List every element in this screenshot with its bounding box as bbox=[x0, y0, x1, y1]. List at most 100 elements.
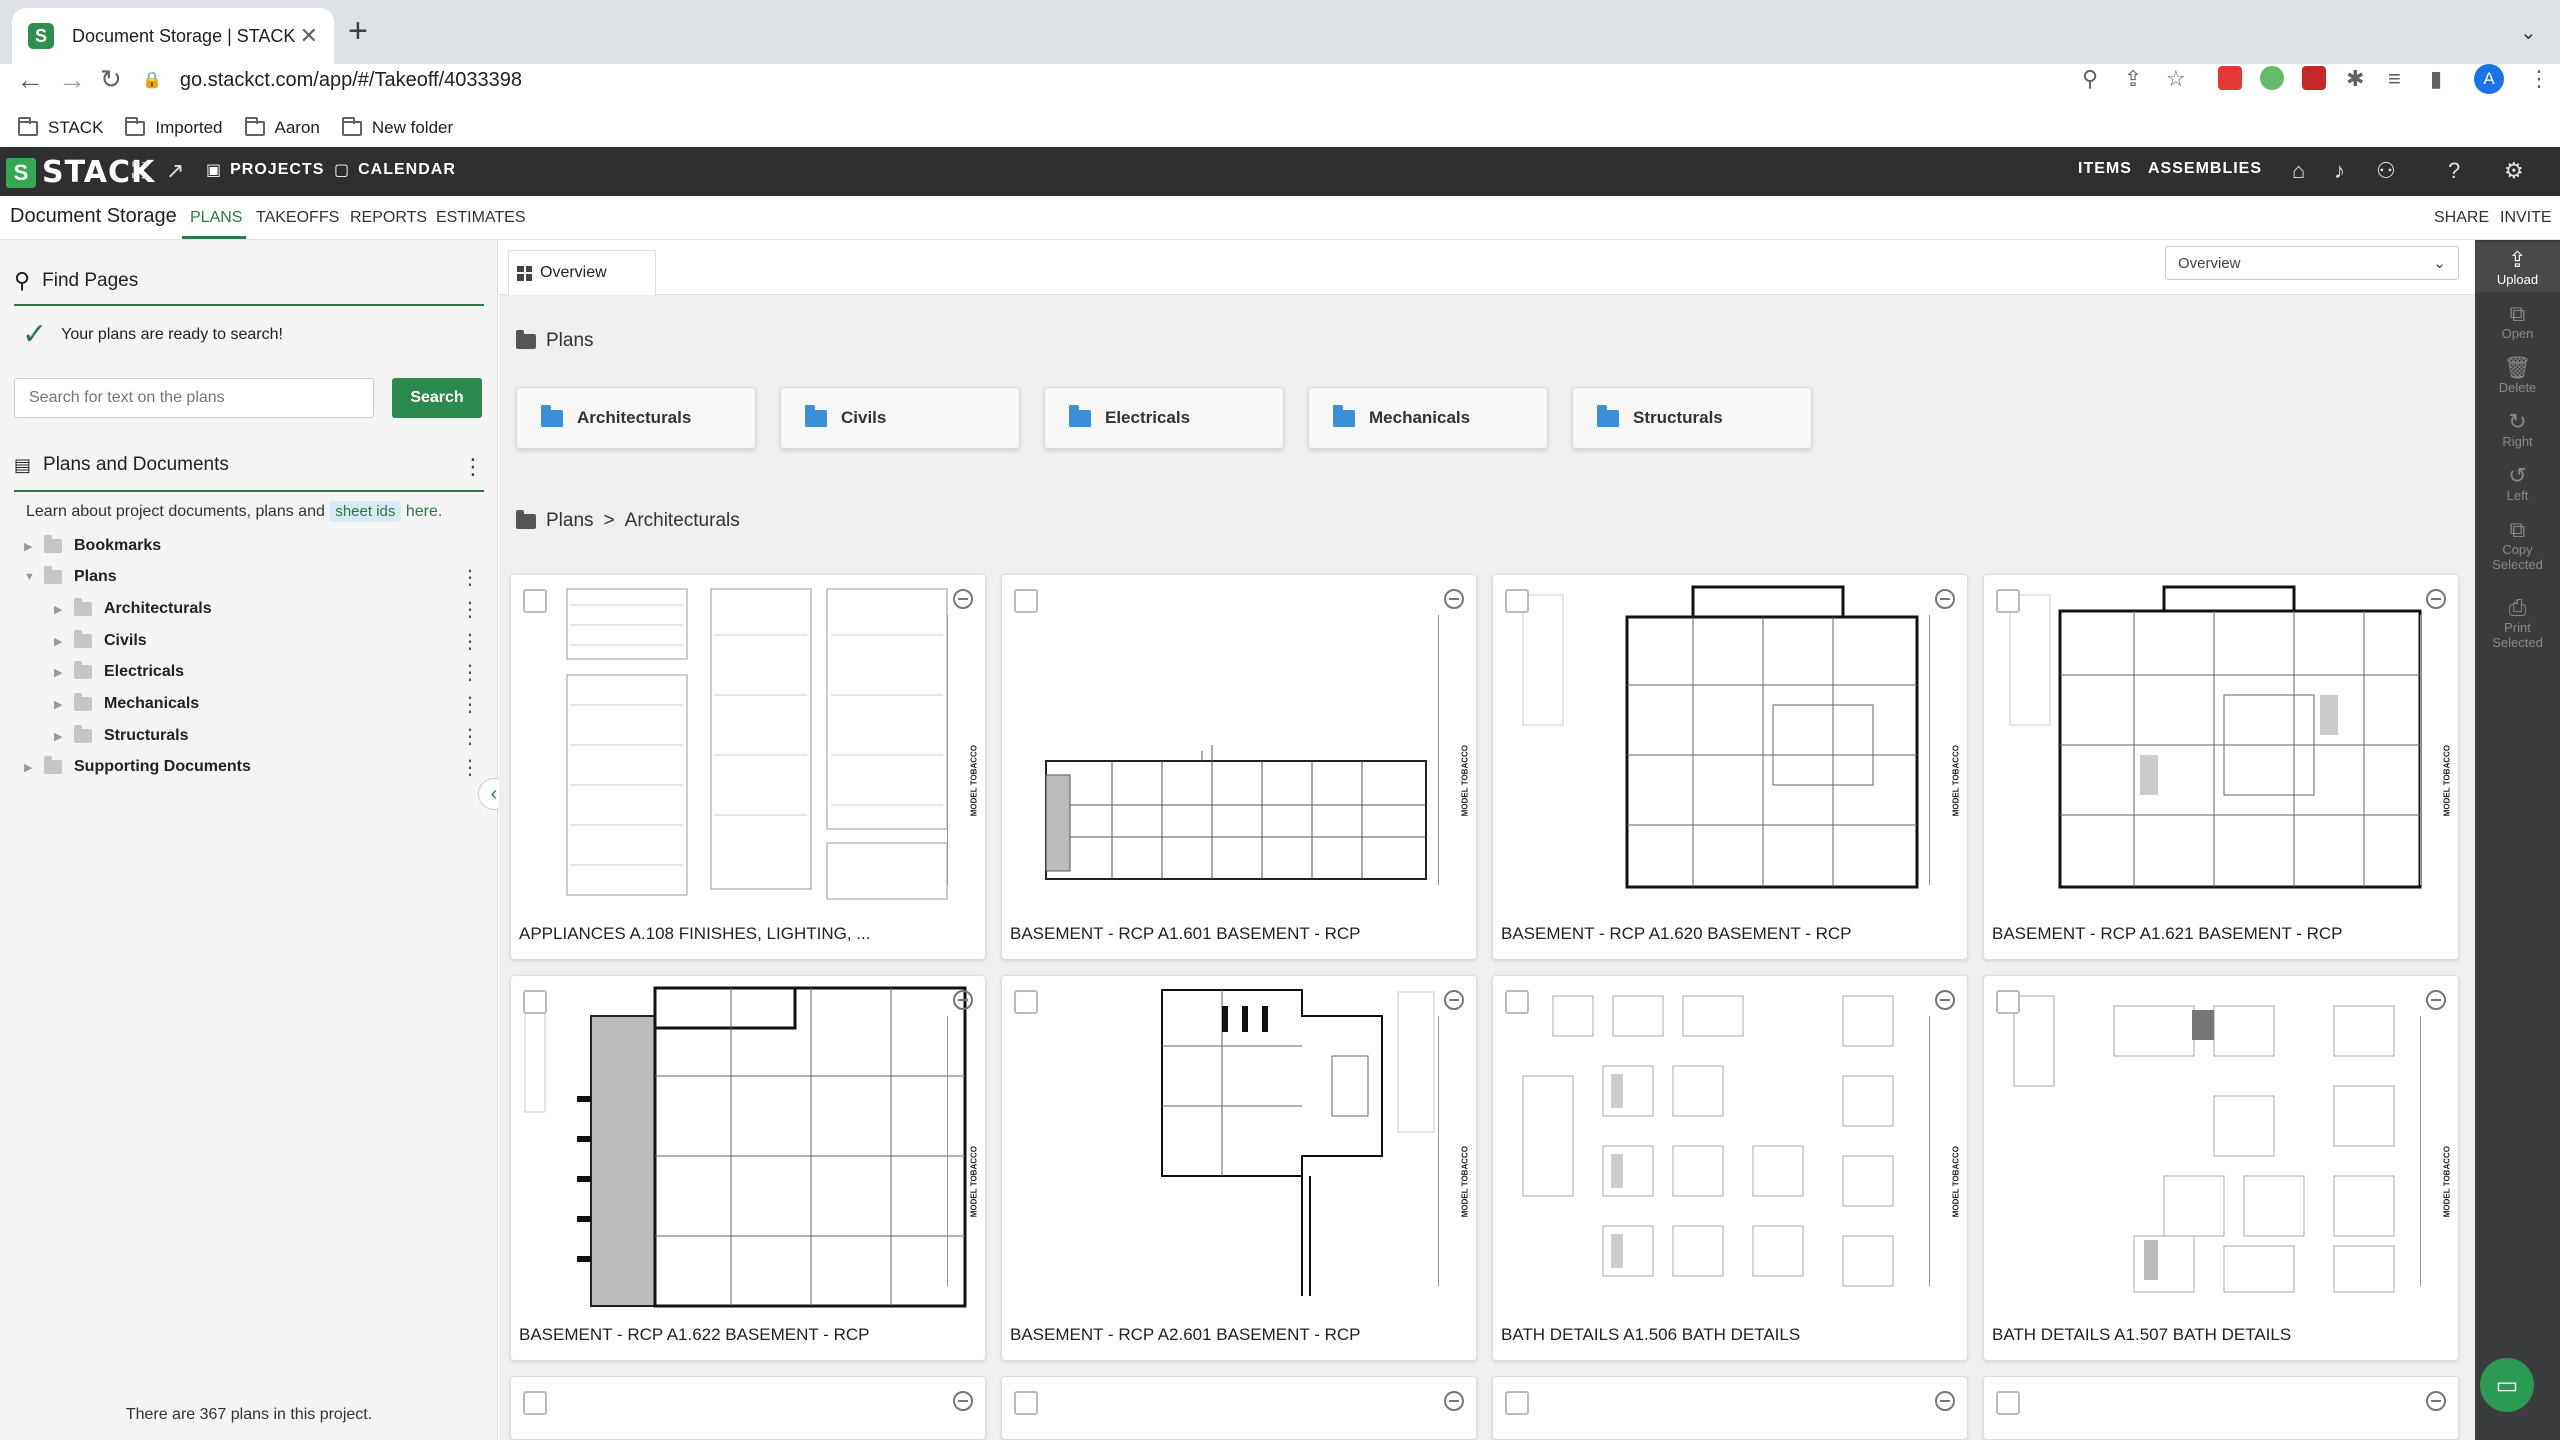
folder-card-structurals[interactable]: Structurals bbox=[1572, 387, 1812, 449]
tree-item-mechanicals[interactable]: ▶ Mechanicals ⋮ bbox=[0, 689, 480, 719]
browser-menu-icon[interactable]: ⋮ bbox=[2528, 66, 2550, 92]
tree-item-bookmarks[interactable]: ▶ Bookmarks bbox=[0, 531, 480, 561]
caret-down-icon[interactable]: ▼ bbox=[24, 571, 38, 583]
caret-right-icon[interactable]: ▶ bbox=[54, 635, 68, 648]
folder-card-electricals[interactable]: Electricals bbox=[1044, 387, 1284, 449]
forward-arrow-icon[interactable]: → bbox=[58, 64, 86, 96]
plan-card[interactable]: MODEL TOBACCO BASEMENT - RCP A1.621 BASE… bbox=[1983, 574, 2459, 960]
remove-icon[interactable] bbox=[953, 589, 973, 609]
remove-icon[interactable] bbox=[1935, 589, 1955, 609]
extension-pdf-icon[interactable] bbox=[2302, 66, 2326, 90]
plan-card[interactable]: MODEL TOBACCO BATH DETAILS A1.506 BATH D… bbox=[1492, 975, 1968, 1361]
bookmark-star-icon[interactable]: ☆ bbox=[2166, 66, 2186, 92]
breadcrumb-plans[interactable]: Plans bbox=[546, 510, 594, 532]
plan-card[interactable] bbox=[1492, 1376, 1968, 1440]
rotate-left-button[interactable]: ↺ Left bbox=[2475, 464, 2560, 504]
remove-icon[interactable] bbox=[1444, 589, 1464, 609]
browser-tab[interactable]: S Document Storage | STACK ✕ bbox=[12, 8, 334, 64]
tab-search-chevron-icon[interactable]: ⌄ bbox=[2520, 20, 2537, 45]
extension-green-icon[interactable] bbox=[2260, 66, 2284, 90]
notification-bell-icon[interactable]: ♪ bbox=[2334, 158, 2345, 184]
remove-icon[interactable] bbox=[1935, 990, 1955, 1010]
select-checkbox[interactable] bbox=[1014, 1391, 1038, 1415]
bookmark-imported[interactable]: Imported bbox=[125, 116, 223, 138]
plan-card[interactable]: MODEL TOBACCO BASEMENT - RCP A1.620 BASE… bbox=[1492, 574, 1968, 960]
view-select-dropdown[interactable]: Overview ⌄ bbox=[2165, 246, 2459, 280]
bookmark-aaron[interactable]: Aaron bbox=[244, 116, 320, 138]
here-link[interactable]: here. bbox=[406, 503, 442, 520]
projects-nav[interactable]: ▣ PROJECTS bbox=[206, 160, 324, 180]
open-button[interactable]: ⧉ Open bbox=[2475, 302, 2560, 342]
select-checkbox[interactable] bbox=[1505, 1391, 1529, 1415]
bookmark-stack[interactable]: STACK bbox=[18, 116, 103, 138]
address-bar[interactable]: 🔒 go.stackct.com/app/#/Takeoff/4033398 bbox=[142, 60, 522, 100]
tree-item-civils[interactable]: ▶ Civils ⋮ bbox=[0, 626, 480, 656]
plan-card[interactable]: MODEL TOBACCO BATH DETAILS A1.507 BATH D… bbox=[1983, 975, 2459, 1361]
plans-documents-menu-icon[interactable]: ⋮ bbox=[462, 454, 484, 480]
assemblies-nav[interactable]: ASSEMBLIES bbox=[2148, 160, 2262, 178]
plan-card[interactable]: MODEL TOBACCO BASEMENT - RCP A1.601 BASE… bbox=[1001, 574, 1477, 960]
media-queue-icon[interactable]: ≡ bbox=[2388, 66, 2401, 92]
caret-right-icon[interactable]: ▶ bbox=[54, 603, 68, 616]
plan-text-search-input[interactable] bbox=[14, 378, 374, 418]
select-checkbox[interactable] bbox=[523, 1391, 547, 1415]
copy-selected-button[interactable]: ⧉ Copy Selected bbox=[2475, 518, 2560, 573]
plan-card[interactable]: MODEL TOBACCO BASEMENT - RCP A1.622 BASE… bbox=[510, 975, 986, 1361]
items-nav[interactable]: ITEMS bbox=[2078, 160, 2132, 178]
caret-right-icon[interactable]: ▶ bbox=[54, 666, 68, 679]
tab-overview[interactable]: Overview bbox=[508, 250, 656, 295]
tab-estimates[interactable]: ESTIMATES bbox=[436, 209, 526, 227]
tree-item-architecturals[interactable]: ▶ Architecturals ⋮ bbox=[0, 594, 480, 624]
select-checkbox[interactable] bbox=[1014, 990, 1038, 1014]
select-checkbox[interactable] bbox=[1996, 589, 2020, 613]
plan-card[interactable] bbox=[1001, 1376, 1477, 1440]
folder-card-architecturals[interactable]: Architecturals bbox=[516, 387, 756, 449]
kebab-menu-icon[interactable]: ⋮ bbox=[460, 597, 480, 622]
new-tab-icon[interactable]: + bbox=[348, 14, 368, 48]
kebab-menu-icon[interactable]: ⋮ bbox=[460, 565, 480, 590]
select-checkbox[interactable] bbox=[1014, 589, 1038, 613]
select-checkbox[interactable] bbox=[1505, 589, 1529, 613]
team-users-icon[interactable]: ⚇ bbox=[2376, 158, 2396, 184]
remove-icon[interactable] bbox=[2426, 990, 2446, 1010]
kebab-menu-icon[interactable]: ⋮ bbox=[460, 755, 480, 780]
folder-card-mechanicals[interactable]: Mechanicals bbox=[1308, 387, 1548, 449]
select-checkbox[interactable] bbox=[1505, 990, 1529, 1014]
help-icon[interactable]: ? bbox=[2448, 158, 2460, 184]
tree-item-supporting-documents[interactable]: ▶ Supporting Documents ⋮ bbox=[0, 752, 480, 782]
profile-avatar[interactable]: A bbox=[2474, 64, 2504, 94]
chat-support-icon[interactable]: ▭ bbox=[2480, 1358, 2534, 1412]
share-icon[interactable]: ⇪ bbox=[2124, 66, 2142, 92]
tab-reports[interactable]: REPORTS bbox=[350, 209, 427, 227]
side-panel-icon[interactable]: ▮ bbox=[2430, 66, 2442, 92]
reload-icon[interactable]: ↻ bbox=[100, 64, 122, 95]
fullscreen-icon[interactable]: ⛶ bbox=[132, 158, 147, 184]
rotate-right-button[interactable]: ↻ Right bbox=[2475, 410, 2560, 450]
puzzle-extensions-icon[interactable]: ✱ bbox=[2346, 66, 2364, 92]
plan-card[interactable] bbox=[1983, 1376, 2459, 1440]
print-selected-button[interactable]: ⎙ Print Selected bbox=[2475, 596, 2560, 651]
bookmark-new-folder[interactable]: New folder bbox=[341, 116, 453, 138]
kebab-menu-icon[interactable]: ⋮ bbox=[460, 692, 480, 717]
plan-card[interactable]: MODEL TOBACCO BASEMENT - RCP A2.601 BASE… bbox=[1001, 975, 1477, 1361]
select-checkbox[interactable] bbox=[1996, 1391, 2020, 1415]
remove-icon[interactable] bbox=[2426, 589, 2446, 609]
extension-red-icon[interactable] bbox=[2218, 66, 2242, 90]
back-arrow-icon[interactable]: ← bbox=[16, 64, 44, 96]
select-checkbox[interactable] bbox=[1996, 990, 2020, 1014]
kebab-menu-icon[interactable]: ⋮ bbox=[460, 660, 480, 685]
remove-icon[interactable] bbox=[1935, 1391, 1955, 1411]
sheet-ids-link[interactable]: sheet ids bbox=[329, 501, 402, 522]
zoom-icon[interactable]: ⚲ bbox=[2082, 66, 2098, 92]
external-link-icon[interactable]: ↗ bbox=[166, 158, 184, 184]
kebab-menu-icon[interactable]: ⋮ bbox=[460, 724, 480, 749]
tree-item-electricals[interactable]: ▶ Electricals ⋮ bbox=[0, 657, 480, 687]
search-button[interactable]: Search bbox=[392, 378, 482, 418]
caret-right-icon[interactable]: ▶ bbox=[54, 730, 68, 743]
kebab-menu-icon[interactable]: ⋮ bbox=[460, 629, 480, 654]
delete-button[interactable]: 🗑 Delete bbox=[2475, 356, 2560, 396]
remove-icon[interactable] bbox=[953, 1391, 973, 1411]
tab-plans[interactable]: PLANS bbox=[190, 209, 242, 227]
close-tab-icon[interactable]: ✕ bbox=[300, 23, 318, 49]
account-settings-icon[interactable]: ⚙ bbox=[2504, 158, 2524, 184]
